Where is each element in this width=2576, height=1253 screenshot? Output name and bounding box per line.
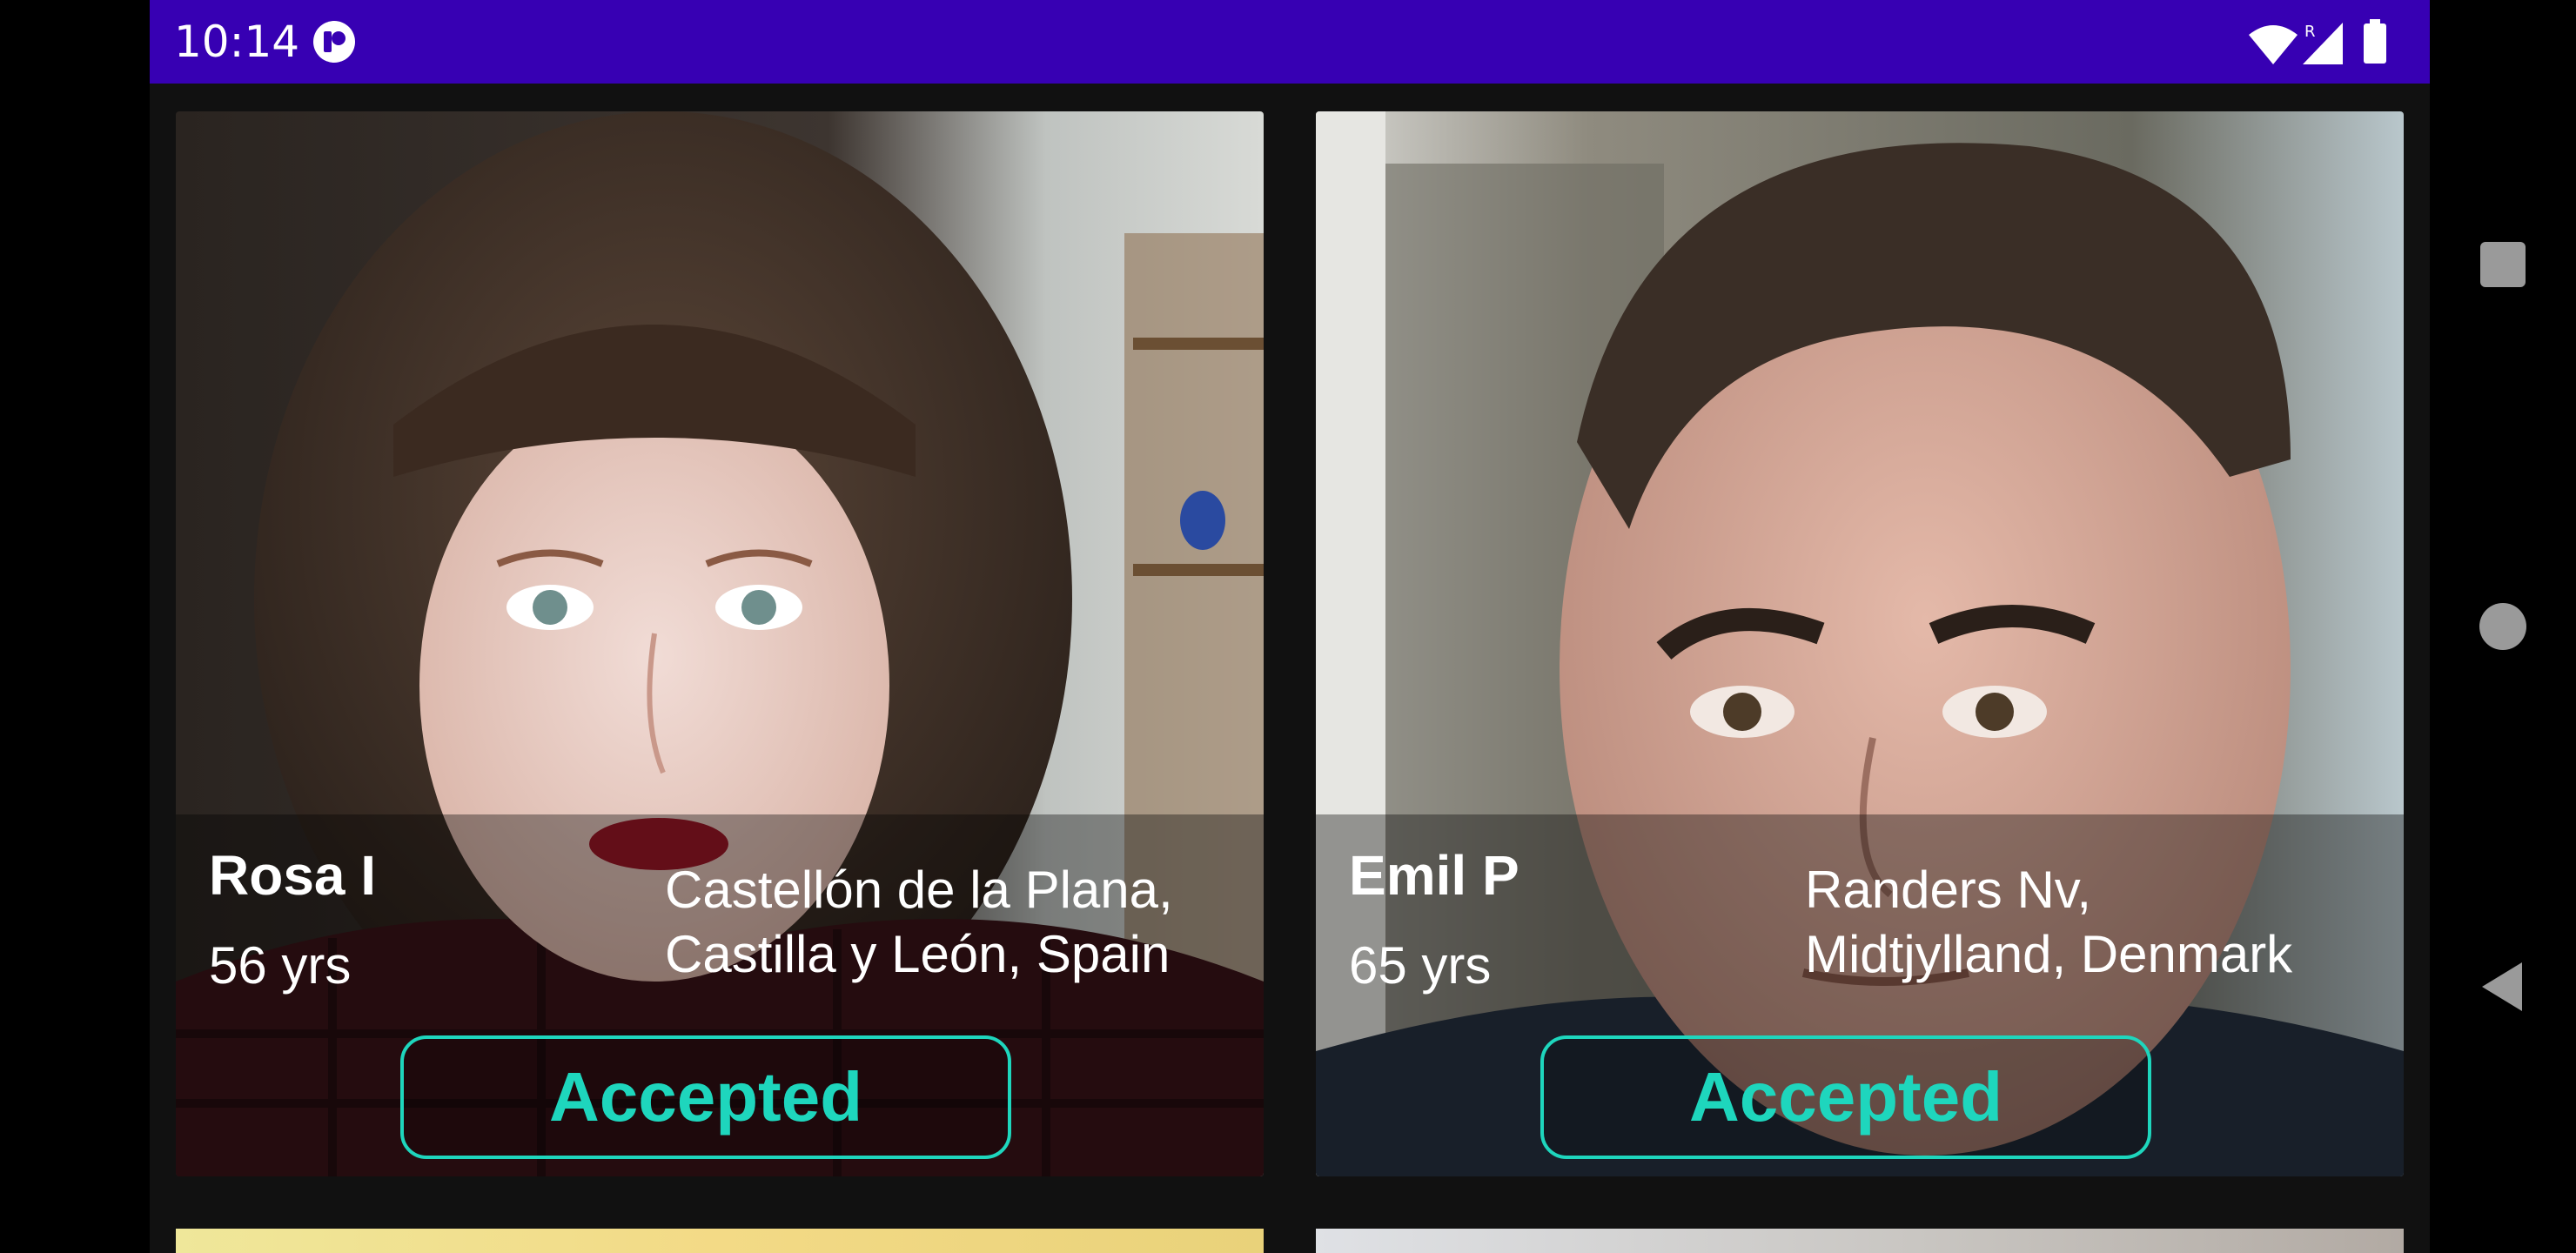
app-screen: 10:14 R Rosa I 56 yrs Castellón de la Pl… xyxy=(150,0,2430,1253)
profile-location: Randers Nv, Midtjylland, Denmark xyxy=(1805,858,2292,987)
profile-card-rosa[interactable]: Rosa I 56 yrs Castellón de la Plana, Cas… xyxy=(176,111,1264,1176)
accepted-button[interactable]: Accepted xyxy=(1540,1035,2151,1159)
recents-icon[interactable] xyxy=(2472,233,2534,296)
profile-age: 56 yrs xyxy=(209,936,352,995)
profile-card-partial[interactable] xyxy=(176,1229,1264,1253)
wifi-icon xyxy=(2249,25,2298,64)
profile-card-partial[interactable] xyxy=(1316,1229,2404,1253)
profile-card-emil[interactable]: Emil P 65 yrs Randers Nv, Midtjylland, D… xyxy=(1316,111,2404,1176)
profile-name: Rosa I xyxy=(209,844,377,907)
roaming-indicator: R xyxy=(2304,23,2316,41)
profile-location: Castellón de la Plana, Castilla y León, … xyxy=(665,858,1173,987)
status-bar: 10:14 R xyxy=(150,0,2430,84)
profile-name: Emil P xyxy=(1349,844,1519,907)
location-line-1: Randers Nv, xyxy=(1805,861,2092,919)
location-line-1: Castellón de la Plana, xyxy=(665,861,1173,919)
battery-icon xyxy=(2364,19,2386,64)
profile-age: 65 yrs xyxy=(1349,936,1492,995)
accepted-button[interactable]: Accepted xyxy=(400,1035,1011,1159)
status-time: 10:14 xyxy=(174,17,300,67)
app-notification-icon xyxy=(313,21,355,63)
navigation-bar xyxy=(2430,0,2576,1253)
home-icon[interactable] xyxy=(2472,595,2534,658)
signal-icon: R xyxy=(2303,23,2343,64)
location-line-2: Castilla y León, Spain xyxy=(665,925,1171,983)
back-icon[interactable] xyxy=(2472,955,2534,1018)
location-line-2: Midtjylland, Denmark xyxy=(1805,925,2293,983)
